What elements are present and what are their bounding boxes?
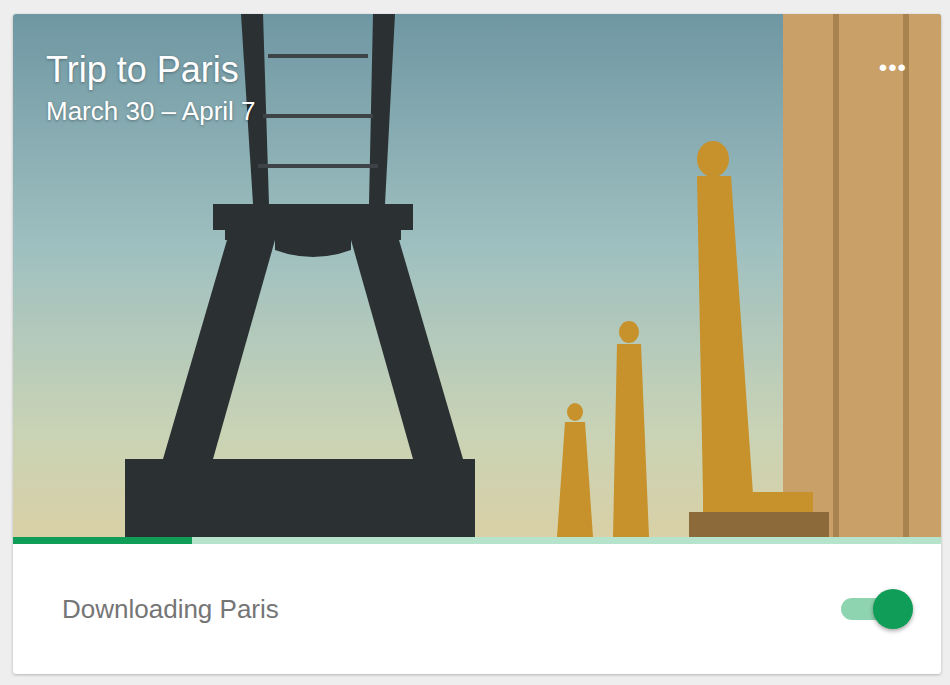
trip-photo: Trip to Paris March 30 – April 7 ••• xyxy=(13,14,941,537)
trip-card[interactable]: Trip to Paris March 30 – April 7 ••• Dow… xyxy=(13,14,941,674)
trip-title: Trip to Paris xyxy=(46,48,256,91)
photo-art xyxy=(13,14,941,537)
download-progress xyxy=(13,537,941,544)
download-label: Downloading Paris xyxy=(62,590,279,629)
more-menu-icon[interactable]: ••• xyxy=(875,48,911,88)
download-progress-fill xyxy=(13,537,192,544)
download-toggle[interactable] xyxy=(841,587,915,631)
toggle-knob xyxy=(873,589,913,629)
trip-dates: March 30 – April 7 xyxy=(46,95,256,129)
